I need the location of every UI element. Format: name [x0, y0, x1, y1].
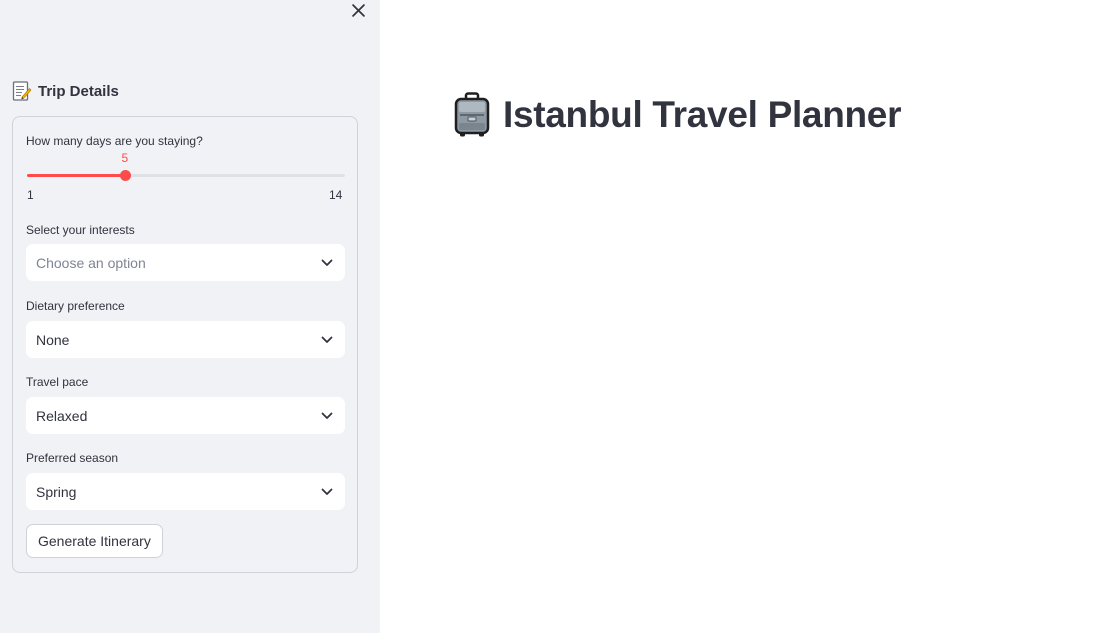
- days-label: How many days are you staying?: [26, 134, 203, 148]
- dietary-select[interactable]: None: [26, 321, 345, 358]
- season-select[interactable]: Spring: [26, 473, 345, 510]
- pace-select[interactable]: Relaxed: [26, 397, 345, 434]
- dietary-value: None: [36, 331, 70, 348]
- days-slider[interactable]: [27, 170, 345, 181]
- luggage-icon: [454, 92, 490, 137]
- generate-itinerary-button[interactable]: Generate Itinerary: [26, 524, 163, 558]
- interests-placeholder: Choose an option: [36, 254, 146, 271]
- interests-label: Select your interests: [26, 223, 135, 237]
- sidebar: Trip Details How many days are you stayi…: [0, 0, 380, 633]
- trip-form: How many days are you staying? 5 1 14 Se…: [12, 116, 358, 573]
- chevron-down-icon: [321, 412, 333, 419]
- close-icon: [351, 3, 365, 17]
- dietary-label: Dietary preference: [26, 299, 125, 313]
- interests-select[interactable]: Choose an option: [26, 244, 345, 281]
- chevron-down-icon: [321, 488, 333, 495]
- page-title-text: Istanbul Travel Planner: [503, 94, 902, 135]
- page-title: Istanbul Travel Planner: [453, 92, 901, 138]
- pace-label: Travel pace: [26, 375, 89, 389]
- sidebar-title: Trip Details: [38, 82, 119, 100]
- sidebar-header: Trip Details: [12, 80, 119, 102]
- pace-value: Relaxed: [36, 407, 88, 424]
- days-slider-max: 14: [329, 188, 343, 202]
- chevron-down-icon: [321, 336, 333, 343]
- memo-icon: [12, 81, 32, 101]
- days-slider-min: 1: [27, 188, 34, 202]
- days-slider-fill: [27, 174, 125, 177]
- days-slider-value: 5: [121, 151, 129, 165]
- chevron-down-icon: [321, 259, 333, 266]
- days-slider-thumb[interactable]: [119, 170, 131, 181]
- season-value: Spring: [36, 483, 77, 500]
- close-sidebar-button[interactable]: [348, 0, 368, 20]
- season-label: Preferred season: [26, 451, 119, 465]
